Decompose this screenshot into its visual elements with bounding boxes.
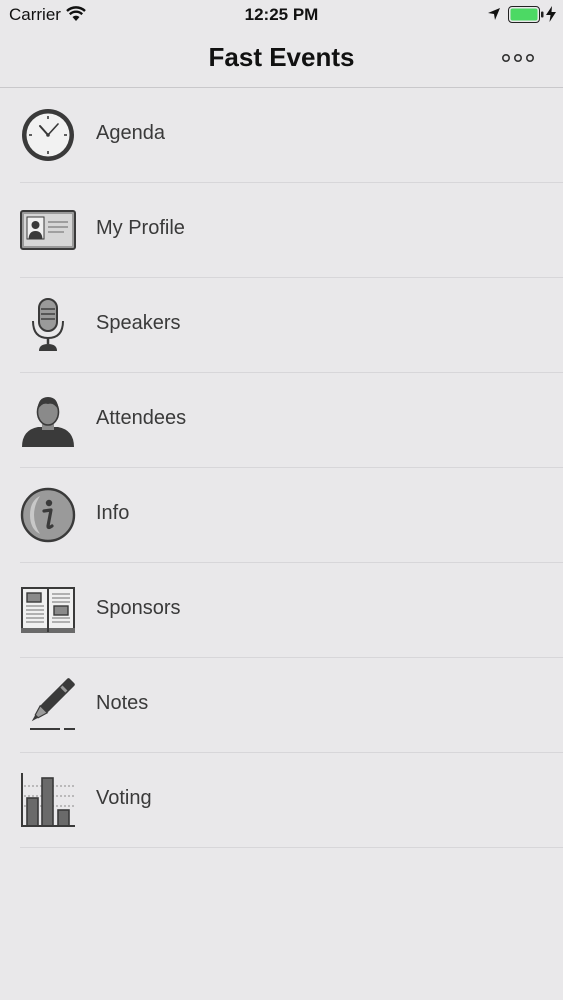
open-book-icon <box>21 587 75 633</box>
menu-item-my-profile[interactable]: My Profile <box>20 183 563 278</box>
battery-icon <box>508 6 544 23</box>
status-bar: Carrier 12:25 PM <box>0 0 563 30</box>
main-menu: Agenda My Profile Speakers Attendees Inf… <box>0 88 563 848</box>
more-button[interactable] <box>498 48 538 68</box>
menu-item-label: Voting <box>96 787 152 809</box>
menu-item-label: My Profile <box>96 217 185 239</box>
info-icon <box>20 487 76 543</box>
microphone-icon <box>32 298 64 351</box>
navigation-bar: Fast Events <box>0 30 563 88</box>
menu-item-label: Sponsors <box>96 597 181 619</box>
more-icon <box>502 54 534 63</box>
menu-item-sponsors[interactable]: Sponsors <box>20 563 563 658</box>
menu-item-attendees[interactable]: Attendees <box>20 373 563 468</box>
id-card-icon <box>20 210 76 250</box>
charging-bolt-icon <box>546 6 556 22</box>
menu-item-speakers[interactable]: Speakers <box>20 278 563 373</box>
menu-item-voting[interactable]: Voting <box>20 753 563 848</box>
menu-item-agenda[interactable]: Agenda <box>20 88 563 183</box>
location-arrow-icon <box>488 8 500 20</box>
bar-chart-icon <box>21 773 75 827</box>
menu-item-label: Notes <box>96 692 149 714</box>
menu-item-label: Info <box>96 502 130 524</box>
menu-item-label: Attendees <box>96 407 187 429</box>
page-title: Fast Events <box>208 42 355 72</box>
menu-item-label: Speakers <box>96 312 181 334</box>
clock-icon <box>22 109 74 161</box>
menu-item-notes[interactable]: Notes <box>20 658 563 753</box>
person-icon <box>22 397 74 447</box>
status-time: 12:25 PM <box>244 5 319 24</box>
pen-icon <box>30 678 75 730</box>
menu-item-info[interactable]: Info <box>20 468 563 563</box>
menu-item-label: Agenda <box>96 122 165 144</box>
